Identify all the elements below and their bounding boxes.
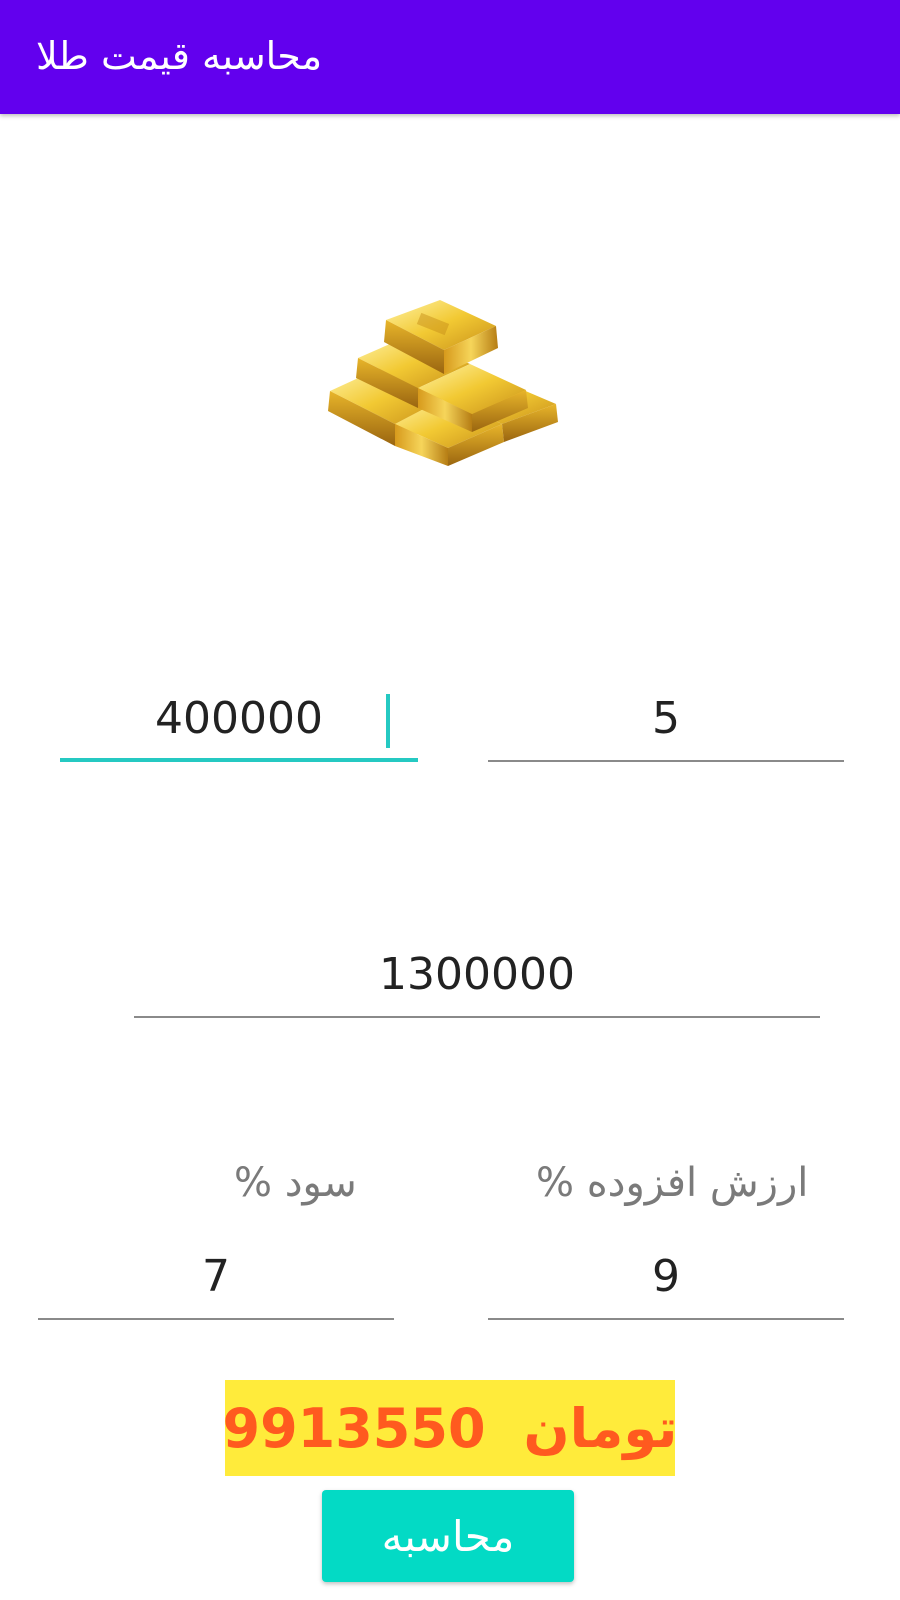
wage-input[interactable] [134, 938, 820, 1010]
vat-label: ارزش افزوده % [536, 1160, 809, 1206]
field-underline [488, 1318, 844, 1320]
app-title: محاسبه قیمت طلا [36, 34, 323, 78]
price-per-gram-field[interactable] [60, 682, 418, 762]
calculate-button[interactable]: محاسبه [322, 1490, 574, 1582]
field-underline [38, 1318, 394, 1320]
result-currency: تومان [523, 1396, 678, 1460]
wage-field[interactable] [134, 938, 820, 1018]
field-underline [488, 760, 844, 762]
vat-input[interactable] [488, 1240, 844, 1312]
profit-label: سود % [234, 1160, 357, 1206]
result-display: تومان 9913550 [222, 1380, 678, 1476]
price-per-gram-input[interactable] [60, 682, 418, 754]
weight-field[interactable] [488, 682, 844, 762]
app-bar: محاسبه قیمت طلا [0, 0, 900, 114]
field-underline [60, 758, 418, 762]
weight-input[interactable] [488, 682, 844, 754]
profit-input[interactable] [38, 1240, 394, 1312]
text-cursor [386, 694, 390, 748]
gold-bars-image [328, 300, 558, 466]
profit-field[interactable] [38, 1240, 394, 1320]
result-amount: 9913550 [222, 1396, 486, 1460]
field-underline [134, 1016, 820, 1018]
vat-field[interactable] [488, 1240, 844, 1320]
